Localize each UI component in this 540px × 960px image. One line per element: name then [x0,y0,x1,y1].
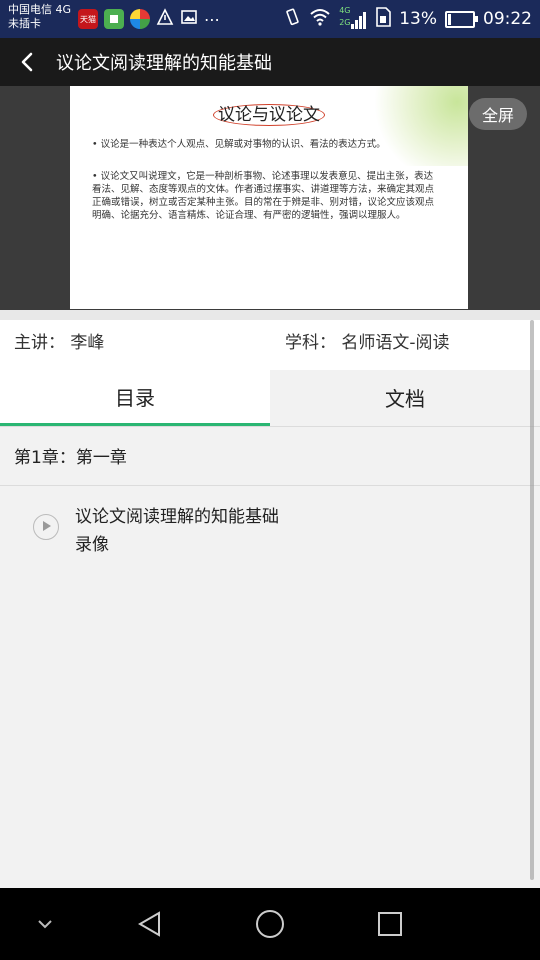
lecturer-name: 李峰 [70,333,105,353]
slide-title: 议论与议论文 [70,100,468,126]
fullscreen-button[interactable]: 全屏 [469,98,527,130]
lecturer-label: 主讲： [14,333,65,353]
cellular-signal-icon: 4G 2G [339,6,367,32]
tmall-app-icon: 天猫 [78,9,98,29]
slide-paragraph-2: • 议论文又叫说理文，它是一种剖析事物、论述事理以发表意见、提出主张，表达看法、… [92,171,435,221]
sim-status: 未插卡 [8,17,41,30]
square-recent-icon [378,912,402,936]
subject-label: 学科： [285,333,336,353]
chapter-label: 第1章：第一章 [14,448,127,468]
tab-catalog[interactable]: 目录 [0,370,270,426]
battery-icon [445,10,478,28]
lesson-title: 议论文阅读理解的知能基础 [75,507,279,527]
lesson-type: 录像 [75,535,109,555]
battery-percent: 13% [399,9,437,29]
signal-2g-label: 2G [339,18,351,27]
nav-recent-button[interactable] [360,888,420,960]
app-notification-icon [104,9,124,29]
subject-name: 名师语文-阅读 [341,333,450,353]
image-icon [180,8,198,30]
subject-info: 学科： 名师语文-阅读 [285,328,450,353]
app-header: 议论文阅读理解的知能基础 [0,38,540,86]
triangle-back-icon [138,911,160,937]
content-tabs: 目录 文档 [0,370,540,427]
clock: 09:22 [483,9,532,29]
chapter-header[interactable]: 第1章：第一章 [0,427,540,486]
browser-icon [130,9,150,29]
vibrate-icon [283,8,301,31]
nav-back-button[interactable] [120,888,180,960]
video-player[interactable]: 议论与议论文 • 议论是一种表达个人观点、见解或对事物的认识、看法的表达方式。 … [0,86,540,312]
chevron-down-icon [38,920,52,929]
slide-decoration [358,86,468,166]
play-icon[interactable] [33,514,59,540]
system-nav-bar [0,888,540,960]
status-bar: 中国电信 4G 未插卡 天猫 ⋯ 4G 2G 13% 09:22 [0,0,540,38]
hide-nav-button[interactable] [20,888,70,960]
nav-home-button[interactable] [240,888,300,960]
warning-icon [156,8,174,30]
video-progress-bar[interactable] [0,310,540,320]
wifi-icon [309,8,331,31]
carrier-name: 中国电信 4G [8,3,72,16]
scrollbar[interactable] [530,320,534,880]
system-indicators: 4G 2G 13% 09:22 [283,0,532,38]
lecturer-info: 主讲： 李峰 [14,328,104,353]
more-notifications-icon: ⋯ [204,9,220,29]
back-arrow-icon [21,52,33,72]
signal-4g-label: 4G [339,6,351,15]
back-button[interactable] [0,38,56,86]
sim-card-icon [375,6,392,32]
notification-icons: 天猫 ⋯ [78,8,220,30]
lesson-item[interactable]: 议论文阅读理解的知能基础 录像 [0,496,540,566]
carrier-info: 中国电信 4G 未插卡 [8,3,71,31]
course-info: 主讲： 李峰 学科： 名师语文-阅读 [0,320,540,370]
lecture-slide: 议论与议论文 • 议论是一种表达个人观点、见解或对事物的认识、看法的表达方式。 … [70,86,468,309]
circle-home-icon [256,910,284,938]
tab-documents[interactable]: 文档 [270,370,540,424]
page-title: 议论文阅读理解的知能基础 [56,53,272,74]
slide-paragraph-1: • 议论是一种表达个人观点、见解或对事物的认识、看法的表达方式。 [92,139,386,150]
